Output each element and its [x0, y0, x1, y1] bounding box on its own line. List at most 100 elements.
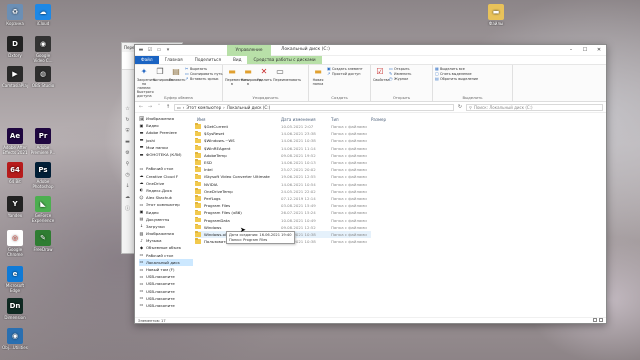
file-name-cell: $WinREAgent [195, 145, 281, 151]
desktop-icon-edge[interactable]: e Microsoft Edge [2, 266, 28, 293]
desktop-icon-label: Google Video C... [33, 53, 53, 63]
select-none-button[interactable]: ▢ Снять выделение [435, 72, 478, 77]
history-button[interactable]: ◷ Журнал [389, 77, 411, 82]
desktop-icon-app[interactable]: ✎ FreeDraw [30, 230, 56, 252]
tab-view[interactable]: Вид [227, 56, 248, 64]
properties-icon[interactable]: ☑ [147, 47, 153, 53]
file-row[interactable]: Program Files 03.08.2021 15:49 Папка с фай… [195, 202, 606, 209]
tab-file[interactable]: Файл [135, 56, 159, 64]
manage-context-tab[interactable]: Управление [227, 45, 271, 56]
file-row[interactable]: PerfLogs 07.12.2019 12:14 Папка с файлами [195, 195, 606, 202]
recycle-bin-icon: ♻ [7, 4, 23, 20]
maximize-button[interactable]: ☐ [578, 45, 592, 56]
address-input[interactable]: ▭ › Этот компьютер › Локальный диск (C:) [174, 103, 454, 111]
search-input[interactable]: ⚲ Поиск: Локальный диск (C:) [466, 103, 603, 111]
ribbon-group-new: ▬ Новая папка ▣ Создать элемент ↗ Простой д… [309, 65, 371, 101]
file-row[interactable]: Program Files (x86) 26.07.2021 15:24 Папка… [195, 209, 606, 216]
file-row[interactable]: $WinREAgent 14.06.2021 11:14 Папка с файла… [195, 145, 606, 152]
move-icon: ▬ [228, 67, 236, 76]
up-arrow-icon[interactable]: ↑ [165, 104, 171, 110]
select-all-button[interactable]: ▦ Выделить все [435, 67, 478, 72]
file-row[interactable]: AdobeTemp 09.08.2021 19:52 Папка с файлами [195, 152, 606, 159]
column-header-size[interactable]: Размер [371, 117, 401, 122]
desktop-icon-label: 64 Bit [9, 179, 21, 184]
forward-arrow-icon[interactable]: → [147, 104, 153, 110]
file-row[interactable]: ProgramData 10.08.2021 10:49 Папка с файла… [195, 216, 606, 223]
desktop-icon-ae[interactable]: Ae Adobe After Effects 2021 [2, 128, 28, 155]
title-bar[interactable]: ▬ ☑ ▭ ▾ Управление Локальный диск (C:) –… [135, 45, 606, 56]
file-name-cell: Program Files [195, 202, 281, 208]
rename-icon: ▭ [276, 67, 284, 76]
customize-qat-icon[interactable]: ▾ [165, 47, 171, 53]
refresh-icon[interactable]: ↻ [457, 104, 463, 110]
file-explorer-window[interactable]: ▬ ☑ ▭ ▾ Управление Локальный диск (C:) –… [134, 44, 607, 324]
file-type: Папка с файлами [331, 160, 367, 166]
desktop-icon-camtasia[interactable]: ▶CamtasiaPlayer [2, 66, 28, 88]
view-toggle [593, 318, 603, 322]
item-count: Элементов: 17 [138, 319, 166, 323]
minimize-button[interactable]: – [564, 45, 578, 56]
cut-button[interactable]: ✂ Вырезать [185, 67, 222, 72]
desktop-icon-yandex[interactable]: Y Yandex [2, 196, 28, 218]
column-header-date[interactable]: Дата изменения [281, 117, 331, 122]
desktop-icon-icloud[interactable]: ☁ iCloud [30, 4, 56, 26]
desktop-icon-ps[interactable]: Ps Adobe Photoshop [30, 162, 56, 189]
desktop-icon-dxtory[interactable]: D Dxtory [2, 36, 28, 58]
background-window-sidebar: ☆ ↻ ⛨ ▬ ⚙ ⚲ ◷ ↓ ☁ ⓘ [121, 102, 134, 254]
desktop-icon-nvidia[interactable]: ◣ GeForce Experience [30, 196, 56, 223]
column-header-type[interactable]: Тип [331, 117, 371, 122]
file-row[interactable]: $GetCurrent 10.05.2021 2:07 Папка с файлам… [195, 123, 606, 130]
group-label-new: Создать [331, 95, 348, 100]
invert-selection-icon: ▤ [435, 76, 439, 81]
file-date: 14.06.2021 10:13 [281, 160, 316, 166]
ae-icon: Ae [7, 128, 23, 144]
breadcrumb-drive[interactable]: Локальный диск (C:) [227, 105, 270, 110]
desktop-icon-dimension[interactable]: Dn Dimension [2, 298, 28, 320]
desktop-icon-chrome[interactable]: ◎ Google Chrome [2, 230, 28, 257]
pr-icon: Pr [35, 128, 51, 144]
copy-path-button[interactable]: ▭ Скопировать путь [185, 72, 222, 77]
yandex-icon: Y [7, 196, 23, 212]
invert-selection-button[interactable]: ▤ Обратить выделение [435, 76, 478, 82]
file-name-cell: $GetCurrent [195, 123, 281, 129]
open-button[interactable]: ▭ Открыть [389, 67, 411, 72]
ribbon-group-select: ▦ Выделить все ▢ Снять выделение ▤ Обратить… [433, 65, 513, 101]
tab-home[interactable]: Главная [159, 56, 189, 64]
tab-share[interactable]: Поделиться [189, 56, 227, 64]
desktop-icon-gvc[interactable]: ◉ Google Video C... [30, 36, 56, 63]
file-row[interactable]: OneDriveTemp 24.05.2021 22:02 Папка с файл… [195, 188, 606, 195]
file-date: 26.07.2021 15:24 [281, 210, 316, 216]
recent-chevron-icon[interactable]: ˅ [156, 104, 162, 110]
tab-drive-tools[interactable]: Средства работы с дисками [247, 56, 322, 64]
shield-icon: ⛨ [125, 128, 130, 134]
desktop-icon-files[interactable]: ▬ Файлы [483, 4, 509, 26]
desktop-icon-recycle-bin[interactable]: ♻ Корзина [2, 4, 28, 26]
large-icons-view-icon[interactable] [599, 318, 603, 322]
desktop-icon-obs[interactable]: ◍ OBS Studio [30, 66, 56, 88]
file-row[interactable]: iSkysoft Video Converter Ultimate 19.06.2… [195, 173, 606, 180]
file-name: $WinREAgent [204, 145, 231, 151]
paste-shortcut-button[interactable]: ↗ Вставить ярлык [185, 77, 222, 82]
desktop-icon-utilities[interactable]: ◉ Obj...Utilities [2, 328, 28, 350]
file-name-cell: iSkysoft Video Converter Ultimate [195, 173, 281, 179]
file-row[interactable]: NVIDIA 14.06.2021 10:54 Папка с файлами [195, 180, 606, 188]
new-folder-icon[interactable]: ▭ [156, 47, 162, 53]
file-row[interactable]: ESD 14.06.2021 10:13 Папка с файлами [195, 159, 606, 166]
desktop-icon-pr[interactable]: Pr Adobe Premiere P... [30, 128, 56, 155]
file-row[interactable]: $Windows.~WS 14.06.2021 10:38 Папка с файл… [195, 137, 606, 144]
easy-access-button[interactable]: ↗ Простой доступ [327, 72, 363, 77]
folder-icon [195, 130, 201, 137]
file-row[interactable]: Windows 09.08.2021 12:52 Папка с файлами [195, 224, 606, 231]
breadcrumb-this-pc[interactable]: Этот компьютер [186, 105, 221, 110]
ps-icon: Ps [35, 162, 51, 178]
file-row[interactable]: Intel 25.07.2021 20:02 Папка с файлами [195, 166, 606, 173]
file-list[interactable]: Имя Дата изменения Тип Размер $GetCurren… [135, 115, 606, 317]
desktop-icon-aida64[interactable]: 64 64 Bit [2, 162, 28, 184]
file-row[interactable]: $SysReset 14.06.2021 23:38 Папка с файлами [195, 130, 606, 137]
column-header-name[interactable]: Имя [195, 117, 281, 122]
close-button[interactable]: ✕ [592, 45, 606, 56]
camtasia-icon: ▶ [7, 66, 23, 82]
new-item-button[interactable]: ▣ Создать элемент [327, 67, 363, 72]
details-view-icon[interactable] [593, 318, 597, 322]
back-arrow-icon[interactable]: ← [138, 104, 144, 110]
